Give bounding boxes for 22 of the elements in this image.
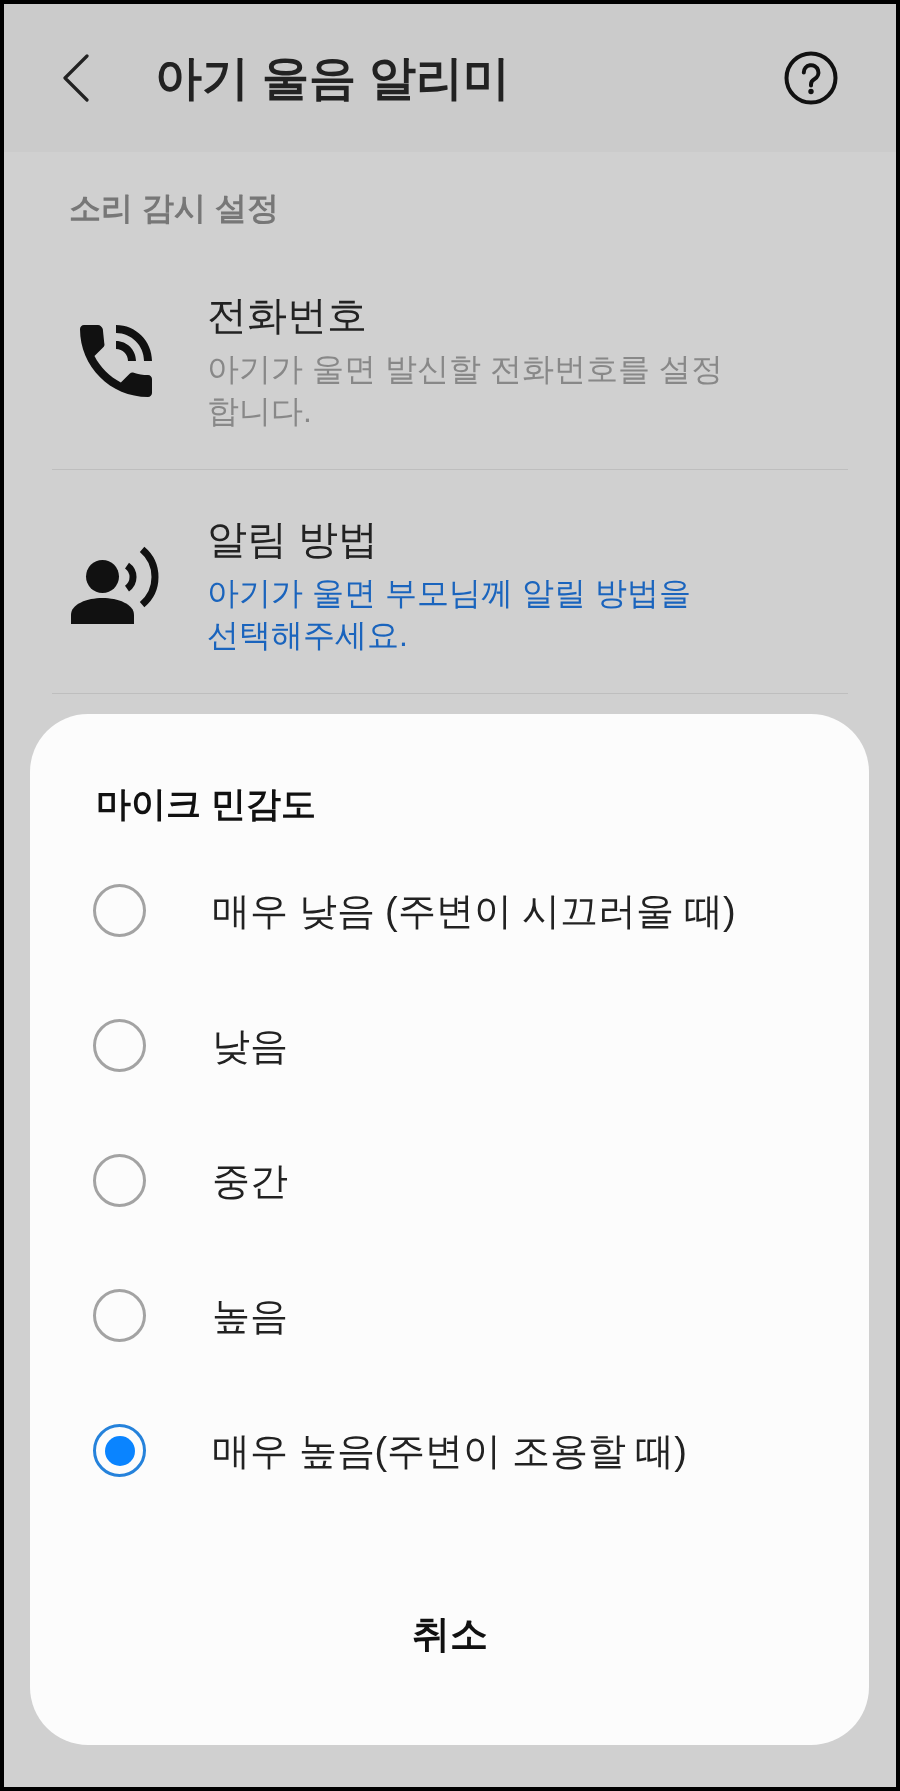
cancel-button[interactable]: 취소 (371, 1586, 528, 1682)
option-label[interactable]: 높음 (212, 1291, 288, 1340)
phone-with-waves-icon (80, 325, 152, 397)
radio-button[interactable] (93, 1154, 146, 1207)
person-speaking-icon (71, 545, 161, 625)
radio-button[interactable] (93, 1289, 146, 1342)
section-header: 소리 감시 설정 (69, 189, 279, 228)
radio-button[interactable] (93, 1019, 146, 1072)
setting-title: 알림 방법 (207, 516, 379, 563)
dialog-title: 마이크 민감도 (96, 783, 316, 825)
back-icon[interactable] (62, 54, 90, 102)
option-label[interactable]: 매우 높음(주변이 조용할 때) (212, 1426, 687, 1475)
option-label[interactable]: 중간 (212, 1156, 288, 1205)
radio-button[interactable] (93, 884, 146, 937)
option-label[interactable]: 낮음 (212, 1021, 288, 1070)
radio-button[interactable] (93, 1424, 146, 1477)
setting-summary: 아기가 울면 부모님께 알릴 방법을 선택해주세요. (207, 574, 692, 655)
setting-title: 전화번호 (207, 292, 367, 339)
option-label[interactable]: 매우 낮음 (주변이 시끄러울 때) (212, 886, 736, 935)
setting-summary: 아기가 울면 발신할 전화번호를 설정합니다. (207, 350, 724, 431)
screen-title: 아기 울음 알리미 (155, 50, 511, 106)
help-icon[interactable] (784, 51, 838, 105)
